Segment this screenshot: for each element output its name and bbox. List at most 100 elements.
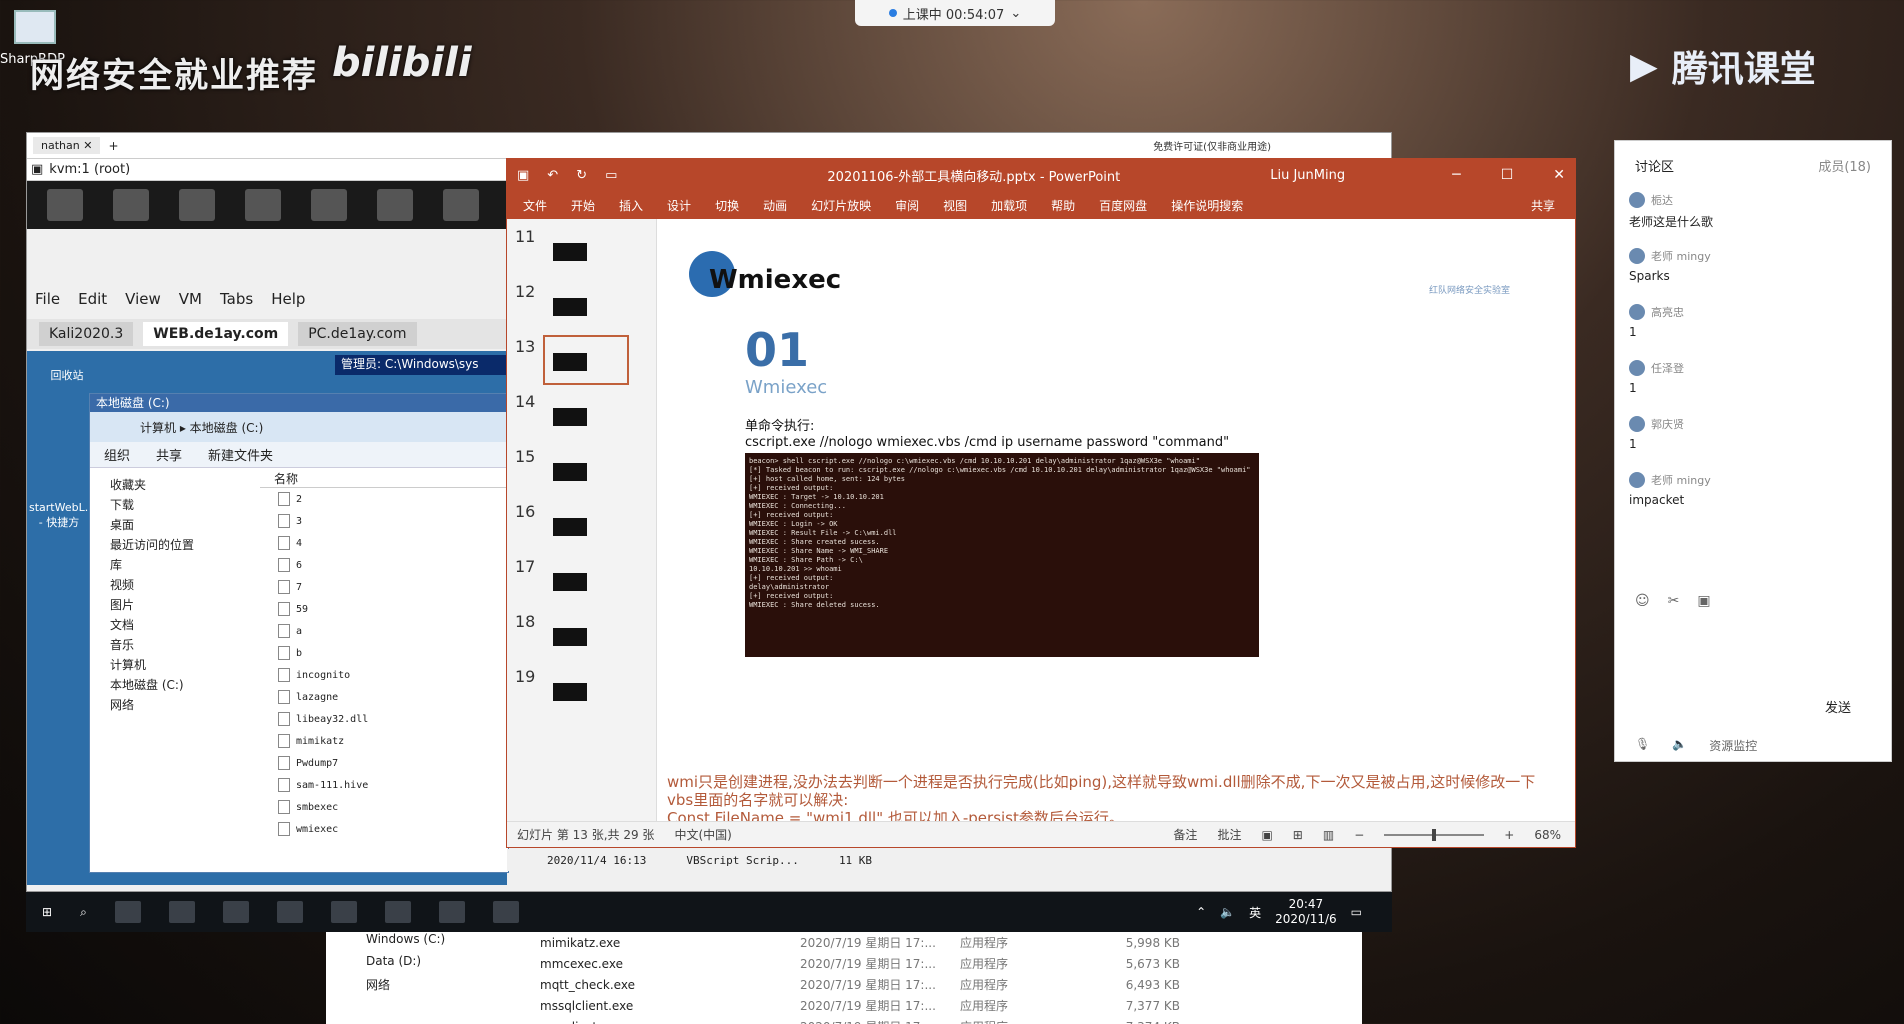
menu-file[interactable]: File bbox=[35, 290, 60, 308]
column-name-header[interactable]: 名称 bbox=[260, 470, 508, 488]
ribbon-tab[interactable]: 设计 bbox=[667, 197, 691, 214]
zoom-in-icon[interactable]: + bbox=[1504, 828, 1514, 842]
files-icon[interactable] bbox=[179, 189, 215, 221]
ribbon-tab[interactable]: 插入 bbox=[619, 197, 643, 214]
taskbar-app-icon[interactable] bbox=[330, 901, 357, 923]
file-item[interactable]: 7 bbox=[260, 576, 508, 598]
taskbar-app-icon[interactable] bbox=[222, 901, 249, 923]
reading-view-icon[interactable]: ▥ bbox=[1323, 828, 1334, 842]
terminal-icon[interactable] bbox=[245, 189, 281, 221]
speaker-icon[interactable]: 🔈 bbox=[1672, 737, 1687, 754]
slide-thumbnail[interactable]: 11 bbox=[515, 223, 645, 275]
avatar[interactable] bbox=[1629, 304, 1645, 320]
taskbar-app-icon[interactable] bbox=[168, 901, 195, 923]
table-row[interactable]: mimikatz.exe 2020/7/19 星期日 17:... 应用程序 5,99… bbox=[540, 932, 1362, 953]
file-item[interactable]: libeay32.dll bbox=[260, 708, 508, 730]
windows-start-icon[interactable]: ⊞ bbox=[42, 905, 52, 919]
input-lang[interactable]: 英 bbox=[1249, 904, 1261, 921]
slide-thumbnail[interactable]: 17 bbox=[515, 553, 645, 605]
ribbon-tab[interactable]: 帮助 bbox=[1051, 197, 1075, 214]
table-row[interactable]: mmcexec.exe 2020/7/19 星期日 17:... 应用程序 5,673… bbox=[540, 953, 1362, 974]
slide-thumbnail[interactable]: 14 bbox=[515, 388, 645, 440]
explorer-nav-item[interactable]: 最近访问的位置 bbox=[110, 536, 250, 556]
table-row[interactable]: mssqlinstance.exe2020/7/19 星期日 17:...应用程… bbox=[540, 1016, 1362, 1024]
file-item[interactable]: mimikatz bbox=[260, 730, 508, 752]
explorer-nav-item[interactable]: 收藏夹 bbox=[110, 476, 250, 496]
taskbar-app-icon[interactable] bbox=[114, 901, 141, 923]
clock[interactable]: 20:47 2020/11/6 bbox=[1275, 897, 1337, 927]
slide-thumbnail[interactable]: 13 bbox=[515, 333, 645, 385]
chrome-icon[interactable] bbox=[384, 901, 411, 923]
tray-chevron-icon[interactable]: ⌃ bbox=[1196, 905, 1206, 919]
slideshow-icon[interactable]: ▭ bbox=[605, 168, 617, 183]
vmware-tab[interactable]: nathan ✕ bbox=[33, 137, 101, 154]
minimize-icon[interactable]: ─ bbox=[1452, 167, 1460, 183]
maximize-icon[interactable]: ☐ bbox=[1501, 167, 1514, 183]
speaker-notes[interactable]: wmi只是创建进程,没办法去判断一个进程是否执行完成(比如ping),这样就导致… bbox=[667, 773, 1565, 827]
cmd-window-title[interactable]: 管理员: C:\Windows\sys bbox=[335, 355, 515, 375]
chat-tab[interactable]: 讨论区 bbox=[1635, 156, 1674, 175]
host-nav-item[interactable]: 网络 bbox=[346, 976, 486, 998]
live-status-pill[interactable]: 上课中 00:54:07 ⌄ bbox=[855, 0, 1055, 26]
zoom-slider[interactable] bbox=[1384, 828, 1485, 841]
zoom-level[interactable]: 68% bbox=[1534, 828, 1561, 842]
ribbon-tab[interactable]: 视图 bbox=[943, 197, 967, 214]
sorter-view-icon[interactable]: ⊞ bbox=[1293, 828, 1303, 842]
explorer-nav-item[interactable]: 库 bbox=[110, 556, 250, 576]
ribbon-tab[interactable]: 幻灯片放映 bbox=[811, 197, 871, 214]
ribbon-tab[interactable]: 动画 bbox=[763, 197, 787, 214]
table-row[interactable]: mssqlclient.exe 2020/7/19 星期日 17:... 应用程序 7… bbox=[540, 995, 1362, 1016]
explorer-nav-item[interactable]: 计算机 bbox=[110, 656, 250, 676]
menu-edit[interactable]: Edit bbox=[78, 290, 107, 308]
file-item[interactable]: 4 bbox=[260, 532, 508, 554]
menu-view[interactable]: View bbox=[125, 290, 161, 308]
slide-thumbnail[interactable]: 18 bbox=[515, 608, 645, 660]
ribbon-tab[interactable]: 操作说明搜索 bbox=[1171, 197, 1243, 214]
new-folder-button[interactable]: 新建文件夹 bbox=[208, 445, 273, 464]
scissors-icon[interactable]: ✂ bbox=[1668, 593, 1680, 609]
file-item[interactable]: 6 bbox=[260, 554, 508, 576]
file-item[interactable]: incognito bbox=[260, 664, 508, 686]
slide-thumbnail[interactable]: 19 bbox=[515, 663, 645, 715]
zoom-out-icon[interactable]: − bbox=[1354, 828, 1364, 842]
menu-tabs[interactable]: Tabs bbox=[220, 290, 253, 308]
app-icon[interactable] bbox=[377, 189, 413, 221]
apps-grid-icon[interactable] bbox=[47, 189, 83, 221]
slide-thumbnail[interactable]: 16 bbox=[515, 498, 645, 550]
avatar[interactable] bbox=[1629, 192, 1645, 208]
file-item[interactable]: wmiexec bbox=[260, 818, 508, 840]
file-item[interactable]: a bbox=[260, 620, 508, 642]
search-icon[interactable]: ⌕ bbox=[80, 905, 87, 920]
emoji-icon[interactable]: ☺ bbox=[1635, 593, 1650, 609]
menu-vm[interactable]: VM bbox=[179, 290, 202, 308]
tab-web[interactable]: WEB.de1ay.com bbox=[143, 322, 289, 346]
file-item[interactable]: sam-111.hive bbox=[260, 774, 508, 796]
firefox-icon[interactable] bbox=[113, 189, 149, 221]
share-button[interactable]: 共享 bbox=[1531, 197, 1575, 214]
comments-button[interactable]: 批注 bbox=[1217, 826, 1241, 843]
explorer-nav-item[interactable]: 网络 bbox=[110, 696, 250, 716]
members-tab[interactable]: 成员(18) bbox=[1818, 156, 1871, 175]
ribbon-tab[interactable]: 审阅 bbox=[895, 197, 919, 214]
save-icon[interactable]: ▣ bbox=[517, 168, 529, 183]
explorer-nav-item[interactable]: 下载 bbox=[110, 496, 250, 516]
explorer-nav-item[interactable]: 图片 bbox=[110, 596, 250, 616]
avatar[interactable] bbox=[1629, 416, 1645, 432]
explorer-nav-item[interactable]: 文档 bbox=[110, 616, 250, 636]
file-item[interactable]: Pwdump7 bbox=[260, 752, 508, 774]
explorer-nav-item[interactable]: 本地磁盘 (C:) bbox=[110, 676, 250, 696]
host-nav-item[interactable]: Windows (C:) bbox=[346, 932, 486, 954]
slide-thumbnail[interactable]: 12 bbox=[515, 278, 645, 330]
ribbon-tab[interactable]: 开始 bbox=[571, 197, 595, 214]
ribbon-tab[interactable]: 文件 bbox=[523, 197, 547, 214]
vmware-icon[interactable] bbox=[492, 901, 519, 923]
editor-icon[interactable] bbox=[443, 189, 479, 221]
tab-pc[interactable]: PC.de1ay.com bbox=[298, 322, 417, 346]
explorer-nav-item[interactable]: 音乐 bbox=[110, 636, 250, 656]
volume-icon[interactable]: 🔈 bbox=[1220, 905, 1235, 919]
send-button[interactable]: 发送 bbox=[1825, 697, 1851, 716]
table-row[interactable]: mqtt_check.exe 2020/7/19 星期日 17:... 应用程序 6,… bbox=[540, 974, 1362, 995]
normal-view-icon[interactable]: ▣ bbox=[1261, 828, 1272, 842]
avatar[interactable] bbox=[1629, 360, 1645, 376]
close-icon[interactable]: ✕ bbox=[1553, 167, 1565, 183]
